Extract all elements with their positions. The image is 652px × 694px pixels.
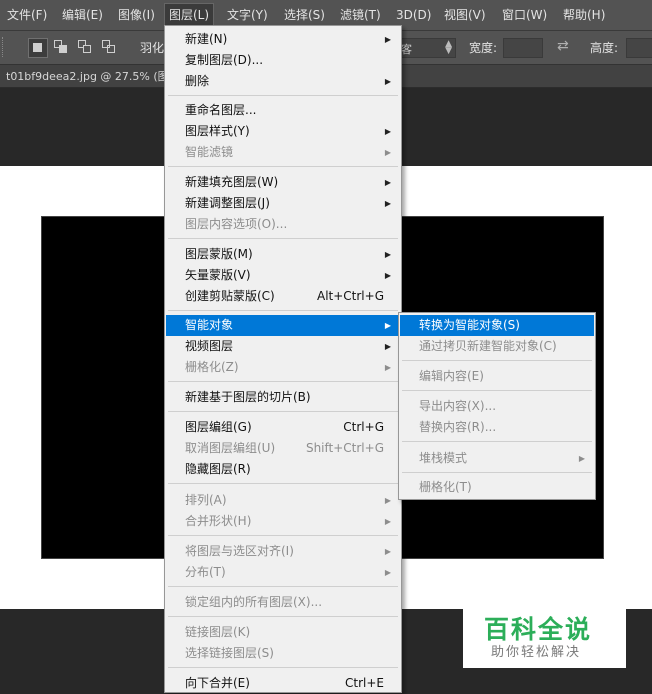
width-input[interactable] — [503, 38, 543, 58]
add-to-selection-icon[interactable] — [52, 38, 70, 56]
submenu-arrow-icon: ▶ — [578, 454, 585, 463]
menu-separator — [402, 441, 592, 442]
submenu-arrow-icon: ▶ — [384, 77, 391, 86]
menu-item-rasterize[interactable]: 栅格化(Z) ▶ — [166, 357, 400, 378]
menu-item-group-layers[interactable]: 图层编组(G) Ctrl+G — [166, 417, 400, 438]
subtract-selection-icon[interactable] — [76, 38, 94, 56]
menu-item-duplicate-layer[interactable]: 复制图层(D)... — [166, 50, 400, 71]
menu-item-merge-down[interactable]: 向下合并(E) Ctrl+E — [166, 673, 400, 694]
updown-icon: ▲ ▼ — [445, 39, 452, 56]
menu-separator — [168, 411, 398, 412]
menu-item-rename-layer[interactable]: 重命名图层... — [166, 100, 400, 121]
style-value: 客 — [401, 43, 412, 56]
menu-item-layer-content-options[interactable]: 图层内容选项(O)... — [166, 214, 400, 235]
submenu-arrow-icon: ▶ — [384, 321, 391, 330]
submenu-arrow-icon: ▶ — [384, 271, 391, 280]
submenu-arrow-icon: ▶ — [384, 250, 391, 259]
submenu-item-edit-contents[interactable]: 编辑内容(E) — [400, 366, 594, 387]
menu-item-layer-style[interactable]: 图层样式(Y) ▶ — [166, 121, 400, 142]
submenu-item-stack-mode[interactable]: 堆栈模式 ▶ — [400, 448, 594, 469]
menu-item-new-fill-layer[interactable]: 新建填充图层(W) ▶ — [166, 172, 400, 193]
options-grip[interactable] — [2, 37, 7, 57]
menu-separator — [168, 166, 398, 167]
menu-item-combine-shapes[interactable]: 合并形状(H) ▶ — [166, 511, 400, 532]
menu-file[interactable]: 文件(F) — [3, 4, 51, 26]
menu-separator — [402, 472, 592, 473]
menu-separator — [168, 616, 398, 617]
menu-item-arrange[interactable]: 排列(A) ▶ — [166, 490, 400, 511]
width-label: 宽度: — [469, 41, 498, 55]
smart-object-submenu: 转换为智能对象(S) 通过拷贝新建智能对象(C) 编辑内容(E) 导出内容(X)… — [398, 312, 596, 500]
submenu-arrow-icon: ▶ — [384, 178, 391, 187]
menu-separator — [168, 238, 398, 239]
submenu-item-rasterize[interactable]: 栅格化(T) — [400, 477, 594, 498]
menu-help[interactable]: 帮助(H) — [559, 4, 609, 26]
feather-label: 羽化 — [140, 41, 165, 55]
menu-separator — [168, 381, 398, 382]
height-label: 高度: — [590, 41, 619, 55]
submenu-item-new-smart-object-via-copy[interactable]: 通过拷贝新建智能对象(C) — [400, 336, 594, 357]
layer-menu-dropdown: 新建(N) ▶ 复制图层(D)... 删除 ▶ 重命名图层... 图层样式(Y) ▶ … — [164, 25, 402, 693]
menu-item-new-layer-based-slice[interactable]: 新建基于图层的切片(B) — [166, 387, 400, 408]
submenu-item-replace-contents[interactable]: 替换内容(R)... — [400, 417, 594, 438]
swap-icon[interactable]: ⇄ — [557, 38, 569, 54]
menu-item-video-layers[interactable]: 视频图层 ▶ — [166, 336, 400, 357]
menu-filter[interactable]: 滤镜(T) — [336, 4, 385, 26]
menu-item-select-linked-layers[interactable]: 选择链接图层(S) — [166, 643, 400, 664]
menu-separator — [402, 360, 592, 361]
new-selection-icon[interactable] — [28, 38, 48, 58]
watermark-subtitle: 助你轻松解决 — [491, 645, 582, 660]
menu-item-layer-mask[interactable]: 图层蒙版(M) ▶ — [166, 244, 400, 265]
menu-item-smart-object[interactable]: 智能对象 ▶ — [166, 315, 400, 336]
menu-item-align-layers-to-selection[interactable]: 将图层与选区对齐(I) ▶ — [166, 541, 400, 562]
menu-view[interactable]: 视图(V) — [440, 4, 490, 26]
menu-item-smart-filter[interactable]: 智能滤镜 ▶ — [166, 142, 400, 163]
menu-item-ungroup-layers[interactable]: 取消图层编组(U) Shift+Ctrl+G — [166, 438, 400, 459]
submenu-arrow-icon: ▶ — [384, 568, 391, 577]
menu-layer[interactable]: 图层(L) — [164, 3, 215, 27]
menu-item-hide-layers[interactable]: 隐藏图层(R) — [166, 459, 400, 480]
menu-separator — [402, 390, 592, 391]
submenu-arrow-icon: ▶ — [384, 342, 391, 351]
menu-separator — [168, 483, 398, 484]
menu-separator — [168, 535, 398, 536]
menu-item-lock-all-layers-in-group[interactable]: 锁定组内的所有图层(X)... — [166, 592, 400, 613]
menu-item-delete[interactable]: 删除 ▶ — [166, 71, 400, 92]
submenu-item-convert-to-smart-object[interactable]: 转换为智能对象(S) — [400, 315, 594, 336]
submenu-arrow-icon: ▶ — [384, 517, 391, 526]
menu-3d[interactable]: 3D(D) — [392, 4, 435, 26]
menu-separator — [168, 310, 398, 311]
menu-select[interactable]: 选择(S) — [280, 4, 329, 26]
menu-item-new-adjustment-layer[interactable]: 新建调整图层(J) ▶ — [166, 193, 400, 214]
style-select[interactable]: 客 ▲ ▼ — [398, 38, 456, 58]
submenu-item-export-contents[interactable]: 导出内容(X)... — [400, 396, 594, 417]
submenu-arrow-icon: ▶ — [384, 127, 391, 136]
menu-item-create-clipping-mask[interactable]: 创建剪贴蒙版(C) Alt+Ctrl+G — [166, 286, 400, 307]
document-title: t01bf9deea2.jpg @ 27.5% (图 — [6, 70, 169, 83]
height-input[interactable] — [626, 38, 652, 58]
menu-edit[interactable]: 编辑(E) — [58, 4, 107, 26]
menu-item-distribute[interactable]: 分布(T) ▶ — [166, 562, 400, 583]
menu-separator — [168, 95, 398, 96]
watermark-logo: 百科全说 助你轻松解决 — [463, 608, 626, 668]
submenu-arrow-icon: ▶ — [384, 35, 391, 44]
menu-type[interactable]: 文字(Y) — [223, 4, 272, 26]
intersect-selection-icon[interactable] — [100, 38, 118, 56]
submenu-arrow-icon: ▶ — [384, 363, 391, 372]
menu-item-new[interactable]: 新建(N) ▶ — [166, 29, 400, 50]
menu-item-vector-mask[interactable]: 矢量蒙版(V) ▶ — [166, 265, 400, 286]
menu-separator — [168, 667, 398, 668]
menu-window[interactable]: 窗口(W) — [498, 4, 551, 26]
submenu-arrow-icon: ▶ — [384, 199, 391, 208]
menu-separator — [168, 586, 398, 587]
menu-item-link-layers[interactable]: 链接图层(K) — [166, 622, 400, 643]
menu-image[interactable]: 图像(I) — [114, 4, 159, 26]
submenu-arrow-icon: ▶ — [384, 496, 391, 505]
submenu-arrow-icon: ▶ — [384, 547, 391, 556]
submenu-arrow-icon: ▶ — [384, 148, 391, 157]
